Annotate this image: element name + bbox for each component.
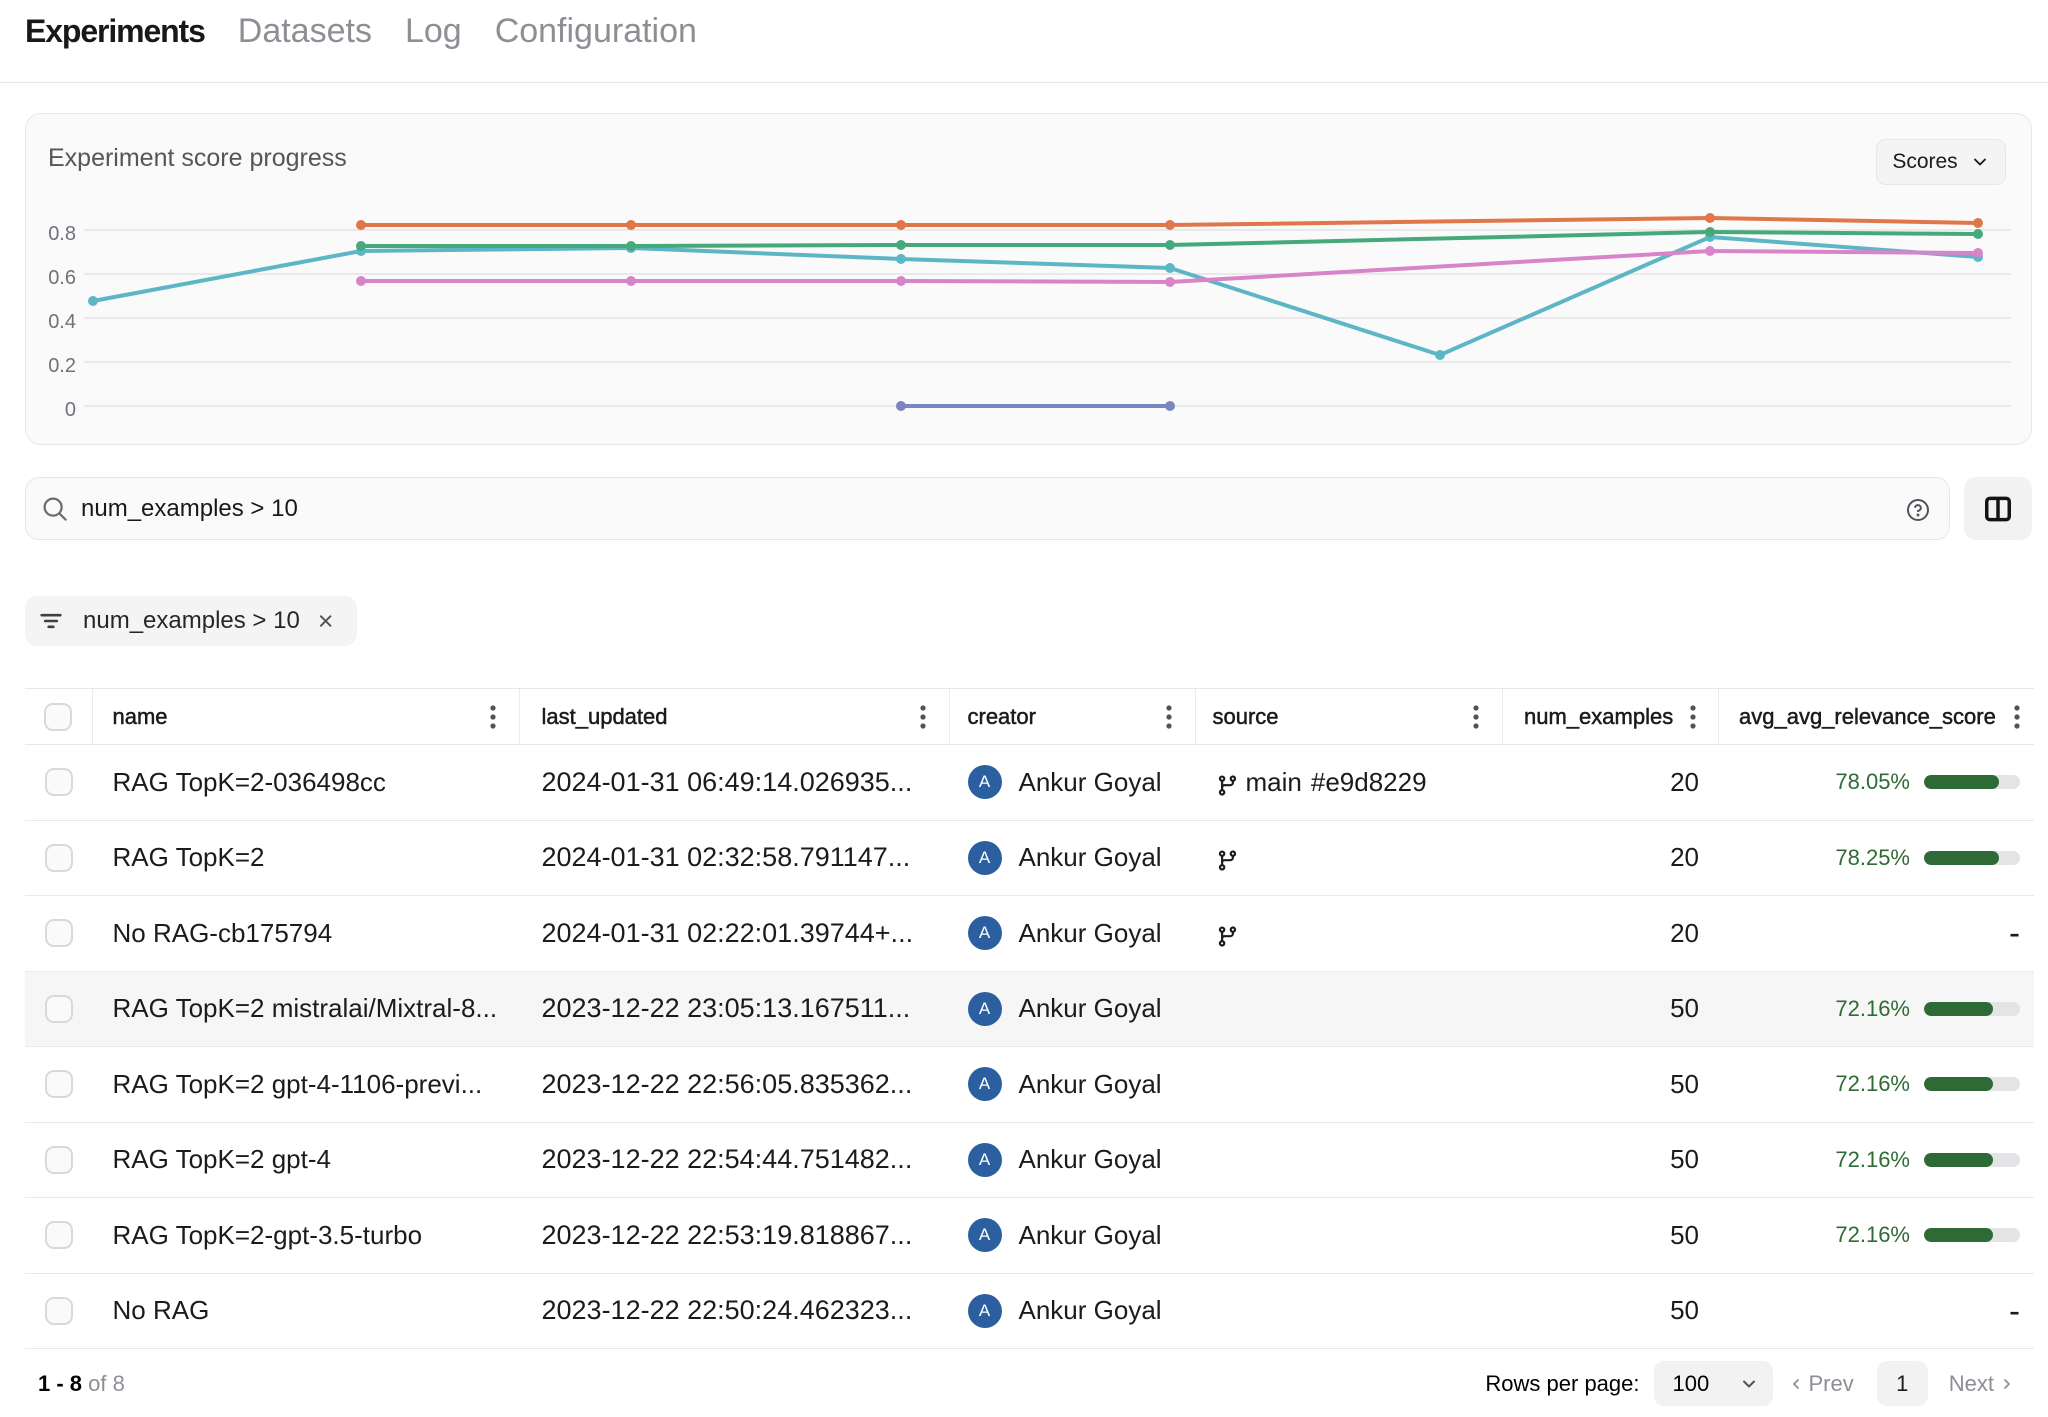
svg-text:0.4: 0.4 xyxy=(48,311,76,333)
svg-text:0: 0 xyxy=(65,399,76,421)
svg-text:0.6: 0.6 xyxy=(48,267,76,289)
svg-text:0.2: 0.2 xyxy=(48,355,76,377)
svg-text:0.8: 0.8 xyxy=(48,223,76,245)
